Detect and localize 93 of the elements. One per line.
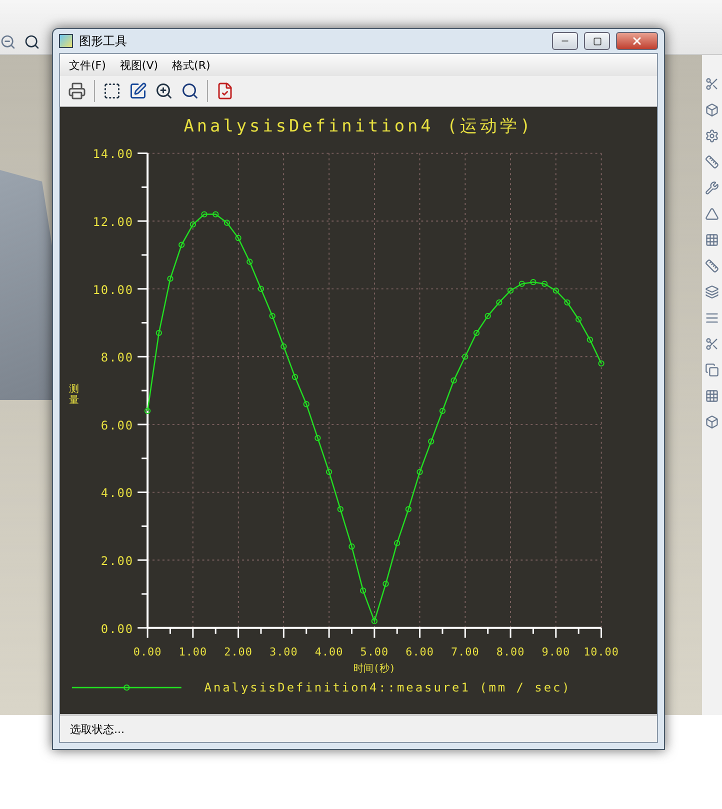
zoom-window-icon[interactable]: [24, 34, 40, 50]
y-tick-label: 8.00: [100, 350, 134, 365]
data-point: [484, 312, 491, 320]
menu-item[interactable]: 格式(R): [169, 56, 214, 74]
x-tick-label: 10.00: [584, 646, 619, 659]
tool-icon[interactable]: [705, 233, 719, 247]
data-point: [258, 286, 264, 292]
x-tick-label: 0.00: [133, 646, 162, 659]
data-point: [439, 408, 446, 414]
data-point: [541, 280, 548, 287]
data-point: [212, 211, 219, 218]
data-point: [473, 330, 480, 336]
data-point: [405, 506, 412, 512]
data-point: [326, 468, 332, 476]
data-point: [371, 618, 378, 624]
data-point: [348, 543, 355, 550]
y-tick-label: 10.00: [92, 282, 134, 297]
data-point: [552, 287, 559, 294]
tool-icon[interactable]: [705, 389, 719, 403]
data-point: [303, 401, 310, 408]
data-point: [586, 336, 594, 343]
data-point: [518, 280, 525, 287]
tool-icon[interactable]: [705, 207, 719, 221]
x-tick-label: 1.00: [178, 646, 208, 659]
data-point: [530, 279, 536, 286]
legend-line-icon: [72, 684, 182, 691]
tool-icon[interactable]: [705, 285, 719, 299]
data-point: [144, 408, 151, 414]
data-point: [507, 287, 514, 294]
data-point: [167, 276, 174, 282]
x-tick-label: 9.00: [542, 646, 570, 659]
data-point: [337, 506, 344, 512]
data-point: [598, 360, 604, 367]
y-tick-label: 2.00: [100, 554, 134, 568]
x-axis-label: 时间(秒): [353, 664, 396, 675]
close-icon: [631, 35, 643, 47]
data-point: [576, 316, 582, 322]
data-point: [416, 468, 423, 476]
tool-icon[interactable]: [705, 129, 719, 143]
print-button[interactable]: [66, 80, 88, 102]
tool-icon[interactable]: [705, 363, 719, 377]
menu-item[interactable]: 文件(F): [66, 56, 109, 74]
y-tick-label: 4.00: [100, 486, 134, 500]
data-point: [450, 377, 457, 384]
y-tick-label: 14.00: [92, 147, 134, 162]
data-point: [292, 374, 298, 380]
data-point: [224, 220, 230, 226]
data-point: [156, 330, 162, 336]
y-tick-label: 6.00: [100, 418, 134, 432]
tool-icon[interactable]: [705, 103, 719, 117]
x-tick-label: 8.00: [496, 646, 525, 659]
tool-icon[interactable]: [705, 259, 719, 273]
data-point: [314, 434, 321, 442]
data-point: [201, 211, 208, 218]
tool-icon[interactable]: [705, 181, 719, 195]
y-tick-label: 12.00: [92, 215, 134, 230]
tool-icon[interactable]: [705, 311, 719, 325]
status-text: 选取状态...: [70, 722, 124, 736]
x-tick-label: 7.00: [451, 646, 480, 659]
zoom-out-icon[interactable]: [0, 34, 16, 50]
menu-item[interactable]: 视图(V): [116, 56, 162, 74]
data-point: [246, 258, 253, 265]
legend-label: AnalysisDefinition4::measure1 (mm / sec): [204, 680, 572, 695]
y-axis-label: 测量: [68, 384, 79, 406]
x-tick-label: 5.00: [360, 646, 389, 659]
data-point: [360, 588, 366, 594]
x-tick-label: 3.00: [270, 646, 298, 659]
data-point: [462, 354, 468, 360]
tool-icon[interactable]: [705, 155, 719, 169]
app-icon: [59, 34, 73, 48]
tool-icon[interactable]: [705, 415, 719, 429]
data-point: [382, 580, 389, 587]
x-tick-label: 4.00: [314, 646, 344, 659]
data-point: [394, 540, 400, 546]
data-point: [564, 299, 570, 306]
data-point: [496, 299, 502, 306]
x-tick-label: 2.00: [224, 646, 252, 659]
maximize-button[interactable]: [584, 32, 610, 50]
y-tick-label: 0.00: [100, 622, 134, 636]
tool-icon[interactable]: [705, 337, 719, 351]
minimize-button[interactable]: [552, 32, 578, 50]
data-point: [235, 234, 242, 242]
data-point: [190, 221, 196, 228]
tool-icon[interactable]: [705, 77, 719, 91]
data-point: [280, 343, 287, 350]
data-point: [178, 242, 185, 248]
chart-title: AnalysisDefinition4 (运动学): [184, 115, 534, 136]
data-point: [428, 438, 434, 444]
window-title: 图形工具: [79, 32, 128, 50]
maximize-icon: [592, 36, 602, 46]
data-point: [269, 312, 276, 320]
close-button[interactable]: [616, 32, 658, 50]
x-tick-label: 6.00: [406, 646, 434, 659]
